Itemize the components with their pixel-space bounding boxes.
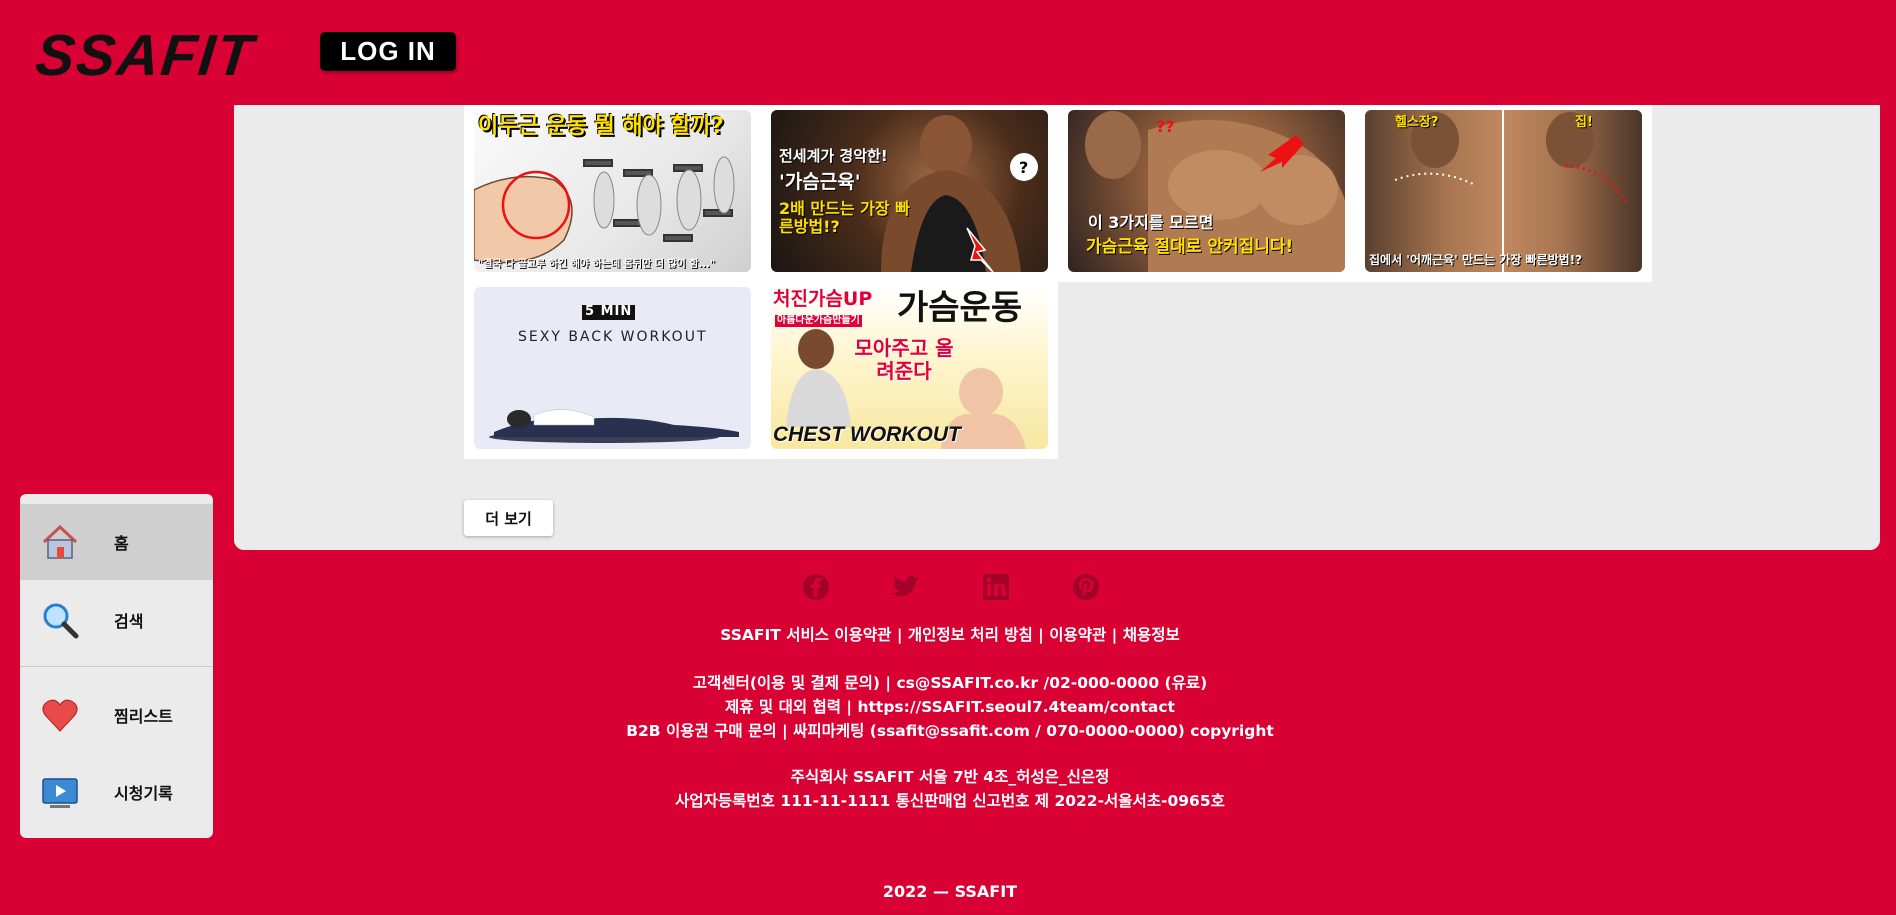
sidebar-item-wishlist[interactable]: 찜리스트 bbox=[20, 677, 213, 753]
video-caption-big: 가슴운동 bbox=[897, 288, 1023, 328]
video-caption-left: 헬스장? bbox=[1395, 115, 1439, 130]
load-more-button[interactable]: 더 보기 bbox=[464, 500, 553, 536]
sidebar-item-home[interactable]: 홈 bbox=[20, 504, 213, 580]
video-panel: 이두근 운동 뭘 해야 할까? "결국 다 골고루 하긴 해야 하는데 몸뒤만 … bbox=[234, 105, 1880, 550]
video-thumbnail[interactable]: ?? 이 3가지를 모르면 가슴근육 절대로 안커집니다! bbox=[1068, 110, 1345, 272]
footer-contact: B2B 이용권 구매 문의 | 싸피마케팅 (ssafit@ssafit.com… bbox=[626, 722, 1274, 740]
heart-icon bbox=[40, 695, 80, 735]
pinterest-icon[interactable] bbox=[1071, 572, 1101, 602]
video-thumbnail[interactable]: ? 전세계가 경악한! '가슴근육' 2배 만드는 가장 빠른방법!? bbox=[771, 110, 1048, 272]
sidebar-item-label: 검색 bbox=[114, 612, 144, 631]
linkedin-icon[interactable] bbox=[981, 572, 1011, 602]
history-icon bbox=[40, 772, 80, 812]
video-caption-mid: '가슴근육' bbox=[779, 171, 861, 193]
video-thumbnail[interactable]: 헬스장? 집! 집에서 '어깨근육' 만드는 가장 빠른방법!? bbox=[1365, 110, 1642, 272]
video-caption: 이 3가지를 모르면 bbox=[1088, 213, 1214, 232]
footer-contact: 제휴 및 대외 협력 | https://SSAFIT.seoul7.4team… bbox=[725, 698, 1175, 716]
video-card[interactable]: ? 전세계가 경악한! '가슴근육' 2배 만드는 가장 빠른방법!? bbox=[761, 105, 1058, 282]
footer-company: 주식회사 SSAFIT 서울 7반 4조_허성은_신은정 bbox=[790, 768, 1110, 786]
video-subcaption: 집에서 '어깨근육' 만드는 가장 빠른방법!? bbox=[1369, 253, 1583, 268]
video-subcaption: 2배 만드는 가장 빠른방법!? bbox=[779, 199, 910, 237]
video-caption: 전세계가 경악한! bbox=[779, 147, 888, 165]
footer-company: 사업자등록번호 111-11-1111 통신판매업 신고번호 제 2022-서울… bbox=[675, 792, 1225, 810]
twitter-icon[interactable] bbox=[891, 572, 921, 602]
search-icon bbox=[40, 600, 80, 640]
sidebar-divider bbox=[20, 666, 213, 667]
video-card[interactable]: 헬스장? 집! 집에서 '어깨근육' 만드는 가장 빠른방법!? bbox=[1355, 105, 1652, 282]
footer-copyright: 2022 — SSAFIT bbox=[882, 882, 1018, 901]
sidebar: 홈 검색 찜리스트 시청기록 bbox=[20, 494, 213, 838]
video-thumbnail[interactable]: 이두근 운동 뭘 해야 할까? "결국 다 골고루 하긴 해야 하는데 몸뒤만 … bbox=[474, 110, 751, 272]
sidebar-item-history[interactable]: 시청기록 bbox=[20, 754, 213, 830]
video-subcaption: "결국 다 골고루 하긴 해야 하는데 몸뒤만 더 많이 함..." bbox=[478, 258, 716, 270]
video-thumbnail[interactable]: 처진가슴UP 아름다운가슴만들기 가슴운동 모아주고 올려준다 CHEST WO… bbox=[771, 287, 1048, 449]
video-card[interactable]: ?? 이 3가지를 모르면 가슴근육 절대로 안커집니다! bbox=[1058, 105, 1355, 282]
video-subcaption: 가슴근육 절대로 안커집니다! bbox=[1086, 237, 1294, 257]
video-caption: 이두근 운동 뭘 해야 할까? bbox=[478, 114, 724, 139]
sidebar-item-search[interactable]: 검색 bbox=[20, 582, 213, 658]
facebook-icon[interactable] bbox=[801, 572, 831, 602]
login-button[interactable]: LOG IN bbox=[320, 32, 456, 71]
video-grid: 이두근 운동 뭘 해야 할까? "결국 다 골고루 하긴 해야 하는데 몸뒤만 … bbox=[464, 105, 1652, 459]
video-thumbnail[interactable]: 5 MIN SEXY BACK WORKOUT bbox=[474, 287, 751, 449]
video-caption-sub: 아름다운가슴만들기 bbox=[775, 315, 862, 327]
ssafit-logo[interactable]: SSAFIT bbox=[32, 22, 258, 89]
video-card[interactable]: 처진가슴UP 아름다운가슴만들기 가슴운동 모아주고 올려준다 CHEST WO… bbox=[761, 282, 1058, 459]
video-subcaption: CHEST WORKOUT bbox=[773, 422, 961, 446]
video-caption-right: 집! bbox=[1575, 115, 1593, 130]
svg-text:??: ?? bbox=[1156, 117, 1175, 136]
social-links bbox=[801, 572, 1101, 602]
sidebar-item-label: 시청기록 bbox=[114, 784, 173, 803]
footer-contact: 고객센터(이용 및 결제 문의) | cs@SSAFIT.co.kr /02-0… bbox=[692, 674, 1208, 692]
video-caption: 처진가슴UP bbox=[773, 288, 873, 310]
svg-text:?: ? bbox=[1019, 158, 1028, 177]
sidebar-item-label: 찜리스트 bbox=[114, 707, 173, 726]
video-card[interactable]: 5 MIN SEXY BACK WORKOUT bbox=[464, 282, 761, 459]
sidebar-item-label: 홈 bbox=[114, 534, 129, 553]
workout-illustration bbox=[489, 409, 739, 443]
footer-links: SSAFIT 서비스 이용약관 | 개인정보 처리 방침 | 이용약관 | 채용… bbox=[720, 626, 1180, 644]
home-icon bbox=[40, 522, 80, 562]
video-caption-mid: 모아주고 올려준다 bbox=[854, 336, 954, 383]
video-card[interactable]: 이두근 운동 뭘 해야 할까? "결국 다 골고루 하긴 해야 하는데 몸뒤만 … bbox=[464, 105, 761, 282]
shoulder-illustration bbox=[1394, 110, 1629, 272]
